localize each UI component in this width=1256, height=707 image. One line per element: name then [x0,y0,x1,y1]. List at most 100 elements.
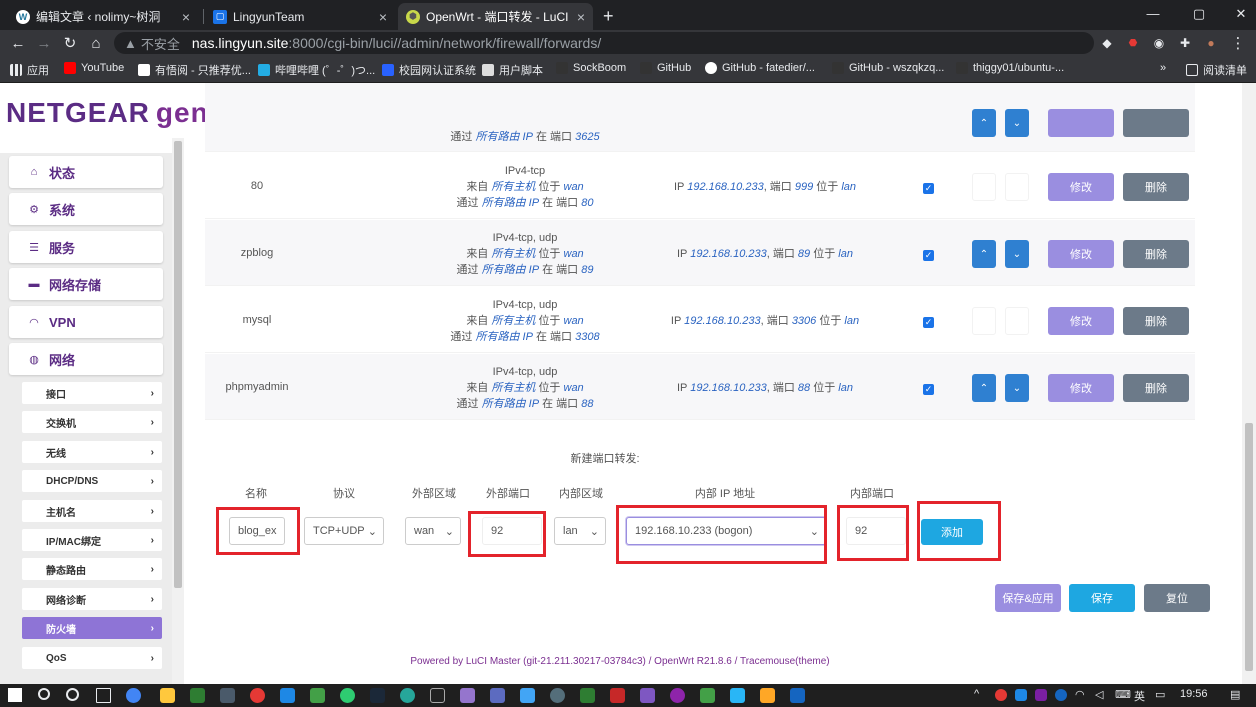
delete-button[interactable]: 删除 [1123,307,1189,335]
menu-dots-icon[interactable]: ⋮ [1228,30,1248,57]
extension-icon[interactable]: ◆ [1097,30,1117,57]
app-icon[interactable] [400,688,415,703]
notification-icon[interactable]: ▤ [1230,688,1240,701]
reset-button[interactable]: 复位 [1144,584,1210,612]
app-icon[interactable] [280,688,295,703]
network-icon[interactable]: ▭ [1155,688,1165,701]
tab-lingyunteam[interactable]: ▢ LingyunTeam × [205,3,395,30]
cortana-icon[interactable] [66,688,79,701]
tab-edit-article[interactable]: W 编辑文章 ‹ nolimy~树洞 × [8,3,198,30]
home-icon[interactable]: ⌂ [86,30,106,57]
avatar[interactable]: ● [1201,30,1221,57]
app-icon[interactable] [550,688,565,703]
volume-icon[interactable]: ◁ [1095,688,1103,701]
save-apply-button[interactable]: 保存&应用 [995,584,1061,612]
wechat-icon[interactable] [340,688,355,703]
language-indicator[interactable]: 英 [1134,688,1145,704]
wifi-icon[interactable]: ◠ [1075,688,1085,701]
tray-icon[interactable] [995,689,1007,701]
move-down-button[interactable]: ⌄ [1005,109,1029,137]
move-up-button[interactable]: ⌃ [972,374,996,402]
external-zone-select[interactable]: wan ⌄ [405,517,461,545]
app-icon[interactable] [790,688,805,703]
sidebar-item-services[interactable]: ☰ 服务 [9,231,163,263]
app-icon[interactable] [730,688,745,703]
reading-list[interactable]: 阅读清单 [1186,62,1247,78]
edit-button[interactable] [1048,109,1114,137]
sidebar-item-network[interactable]: ◍ 网络 [9,343,163,375]
app-icon[interactable] [490,688,505,703]
chrome-icon[interactable] [126,688,141,703]
page-scrollbar[interactable] [1242,83,1256,684]
sidebar-sub-hostnames[interactable]: 主机名 › [22,500,162,522]
close-window-icon[interactable]: ✕ [1226,4,1256,24]
app-icon[interactable] [760,688,775,703]
app-icon[interactable] [640,688,655,703]
edit-button[interactable]: 修改 [1048,240,1114,268]
input-method-icon[interactable]: ⌨ [1115,688,1131,701]
move-up-button[interactable]: ⌃ [972,240,996,268]
sidebar-item-vpn[interactable]: ◠ VPN [9,306,163,338]
app-icon[interactable] [670,688,685,703]
app-icon[interactable] [220,688,235,703]
enabled-checkbox[interactable]: ✓ [923,384,934,395]
sidebar-sub-dhcp[interactable]: DHCP/DNS › [22,470,162,492]
sidebar-item-status[interactable]: ⌂ 状态 [9,156,163,188]
bookmark-thiggy[interactable]: thiggy01/ubuntu-... [956,62,1064,74]
move-down-button[interactable]: ⌄ [1005,374,1029,402]
address-bar[interactable]: ▲ 不安全 nas.lingyun.site :8000/cgi-bin/luc… [114,32,1094,54]
app-icon[interactable] [460,688,475,703]
bookmark-userscript[interactable]: 用户脚本 [482,62,543,78]
close-icon[interactable]: × [577,9,585,25]
search-icon[interactable] [38,688,50,700]
file-explorer-icon[interactable] [160,688,175,703]
netease-music-icon[interactable] [250,688,265,703]
edit-button[interactable]: 修改 [1048,374,1114,402]
sidebar-scrollbar[interactable] [172,138,184,684]
sidebar-item-system[interactable]: ⚙ 系统 [9,193,163,225]
bookmark-youtube[interactable]: YouTube [64,62,124,74]
app-icon[interactable] [190,688,205,703]
tab-openwrt[interactable]: ⬢ OpenWrt - 端口转发 - LuCI × [398,3,593,30]
puzzle-icon[interactable]: ✚ [1175,30,1195,57]
bookmark-github-fatedier[interactable]: GitHub - fatedier/... [705,62,815,74]
pycharm-icon[interactable] [430,688,445,703]
delete-button[interactable]: 删除 [1123,374,1189,402]
bookmark-campus[interactable]: 校园网认证系统 [382,62,476,78]
save-button[interactable]: 保存 [1069,584,1135,612]
sidebar-sub-routes[interactable]: 静态路由 › [22,558,162,580]
move-up-button[interactable]: ⌃ [972,109,996,137]
extension-icon[interactable]: ◉ [1149,30,1169,57]
sidebar-sub-diagnostics[interactable]: 网络诊断 › [22,588,162,610]
app-icon[interactable] [700,688,715,703]
move-down-button[interactable]: ⌄ [1005,240,1029,268]
bookmark-sockboom[interactable]: SockBoom [556,62,626,74]
more-bookmarks-icon[interactable]: » [1160,62,1166,74]
delete-button[interactable] [1123,109,1189,137]
delete-button[interactable]: 删除 [1123,173,1189,201]
bookmark-bilibili[interactable]: 哔哩哔哩 (゜-゜)つ... [258,62,375,78]
bookmark-apps[interactable]: 应用 [10,62,49,78]
sidebar-sub-firewall[interactable]: 防火墙 › [22,617,162,639]
tray-icon[interactable] [1035,689,1047,701]
edit-button[interactable]: 修改 [1048,307,1114,335]
windows-start-icon[interactable] [8,688,22,702]
forward-icon[interactable]: → [34,30,54,57]
enabled-checkbox[interactable]: ✓ [923,183,934,194]
back-icon[interactable]: ← [8,30,28,57]
edit-button[interactable]: 修改 [1048,173,1114,201]
bluetooth-icon[interactable] [1055,689,1067,701]
sidebar-item-nas[interactable]: ▬ 网络存储 [9,268,163,300]
bookmark-youwuyue[interactable]: 有悟阅 - 只推荐优... [138,62,251,78]
new-tab-button[interactable]: + [598,3,624,30]
app-icon[interactable] [580,688,595,703]
maximize-icon[interactable]: ▢ [1184,4,1214,24]
tray-icon[interactable] [1015,689,1027,701]
close-icon[interactable]: × [182,9,190,25]
task-view-icon[interactable] [96,688,111,703]
minimize-icon[interactable]: — [1138,4,1168,24]
close-icon[interactable]: × [379,9,387,25]
protocol-select[interactable]: TCP+UDP ⌄ [304,517,384,545]
enabled-checkbox[interactable]: ✓ [923,250,934,261]
internal-zone-select[interactable]: lan ⌄ [554,517,606,545]
